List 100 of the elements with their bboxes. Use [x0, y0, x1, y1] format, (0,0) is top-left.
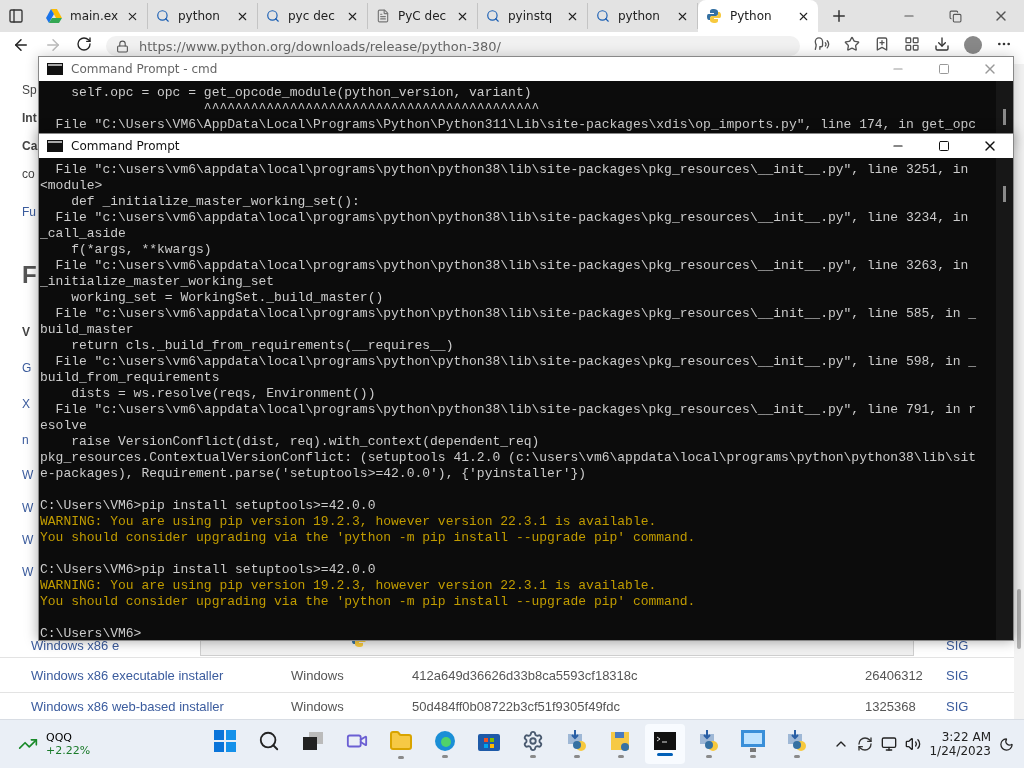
new-tab-icon[interactable] [830, 7, 848, 25]
python-logo-icon [706, 8, 722, 24]
browser-tab[interactable]: pyinstq [478, 3, 588, 29]
console-line: File "c:\users\vm6\appdata\local\programs\python\python38\lib\site-packages\pkg_resources\__init__.py", line 3263, in [54, 258, 970, 274]
running-indicator [617, 755, 624, 758]
browser-icon[interactable] [433, 730, 456, 752]
page-link[interactable]: G [22, 361, 32, 375]
signature-link[interactable]: SIG [946, 638, 969, 653]
page-text: Sp [22, 83, 37, 97]
console-line: File "c:\users\vm6\appdata\local\programs\python\python38\lib\site-packages\pkg_resources\__init__.py", line 791, in r [54, 402, 978, 418]
restore-icon[interactable] [948, 9, 962, 23]
console-line: C:\Users\VM6>pip install setuptools>=42.0.0 [40, 498, 377, 514]
maximize-icon[interactable] [938, 140, 950, 152]
console-line: self.opc = opc = get_opcode_module(python_version, variant) [70, 85, 533, 101]
drive-icon [46, 9, 62, 23]
page-link[interactable]: W [22, 533, 34, 547]
console-line: def _initialize_master_working_set(): [70, 194, 361, 210]
page-link[interactable]: W [22, 501, 34, 515]
address-bar[interactable]: https://www.python.org/downloads/release/python-380/ [106, 36, 800, 56]
console-line: f(*args, **kwargs) [70, 242, 213, 258]
document-icon [376, 9, 390, 23]
sync-icon[interactable] [857, 736, 874, 752]
tab-actions-icon[interactable] [8, 8, 24, 24]
running-indicator [397, 756, 404, 759]
console-line: working_set = WorkingSet._build_master() [70, 290, 385, 306]
installer-icon[interactable] [785, 730, 808, 752]
console-line: <module> [40, 178, 104, 194]
monitor-icon[interactable] [740, 730, 765, 752]
installer-icon[interactable] [697, 730, 720, 752]
windows-start-icon[interactable] [213, 730, 236, 752]
moon-icon[interactable] [999, 736, 1014, 752]
running-indicator [749, 755, 756, 758]
running-indicator [656, 753, 673, 756]
browser-tab[interactable]: Python [698, 0, 818, 32]
console-line: File "c:\users\vm6\appdata\local\programs\python\python38\lib\site-packages\pkg_resources\__init__.py", line 585, in _ [54, 306, 978, 322]
running-indicator [573, 755, 580, 758]
console-line: esolve [40, 418, 88, 434]
console-icon [47, 140, 63, 152]
console-line: raise VersionConflict(dist, req).with_context(dependent_req) [70, 434, 541, 450]
running-indicator [529, 755, 536, 758]
page-link[interactable]: n [22, 433, 29, 447]
volume-icon[interactable] [905, 736, 922, 752]
network-icon[interactable] [881, 736, 898, 752]
scrollbar-thumb[interactable] [1003, 186, 1006, 202]
browser-tab[interactable]: main.ex [38, 3, 148, 29]
console-icon [47, 63, 63, 75]
console-line: build_from_requirements [40, 370, 221, 386]
browser-tab[interactable]: python [148, 3, 258, 29]
scrollbar-thumb[interactable] [1017, 589, 1021, 649]
search-icon [596, 9, 610, 23]
signature-link[interactable]: SIG [946, 667, 969, 683]
browser-tab[interactable]: PyC dec [368, 3, 478, 29]
terminal-icon[interactable] [653, 732, 676, 750]
lock-icon [116, 39, 129, 53]
download-link[interactable]: Windows x86 e [31, 638, 120, 653]
console-line: pkg_resources.ContextualVersionConflict: (setuptools 41.2.0 (c:\users\vm6\appdata\local\programs\python\python38\lib\sit [40, 450, 978, 466]
settings-icon[interactable] [521, 730, 544, 752]
page-link[interactable]: W [22, 467, 34, 482]
download-link[interactable]: Windows x86 web-based installer [31, 698, 224, 714]
page-text: co [22, 167, 35, 181]
star-icon[interactable] [844, 36, 860, 52]
signature-link[interactable]: SIG [946, 698, 969, 714]
scrollbar-thumb[interactable] [1003, 109, 1006, 125]
md5-cell: 412a649d36626d33b8ca5593cf18318c [412, 667, 638, 683]
page-link[interactable]: Fu [22, 205, 36, 219]
download-icon[interactable] [934, 36, 950, 52]
page-heading: F [22, 261, 37, 289]
collections-icon[interactable] [904, 36, 920, 52]
md5-cell: 50d484ff0b08722b3cf51f9305f49fdc [412, 698, 620, 714]
stock-change: +2.22% [46, 744, 91, 757]
page-text: Ca [22, 139, 38, 153]
console-line: File "c:\users\vm6\appdata\local\programs\python\python38\lib\site-packages\pkg_resources\__init__.py", line 3251, in [54, 162, 970, 178]
search-icon [156, 9, 170, 23]
os-cell: Windows [291, 667, 344, 683]
stock-symbol: QQQ [46, 731, 73, 744]
running-indicator [441, 755, 448, 758]
favorites-icon[interactable] [874, 36, 890, 52]
page-link[interactable]: W [22, 565, 34, 579]
download-link[interactable]: Windows x86 executable installer [31, 667, 224, 683]
window-title: Command Prompt [71, 139, 180, 153]
search-icon[interactable] [257, 730, 280, 752]
console-line: C:\Users\VM6> [40, 626, 143, 640]
console-line: File "c:\users\vm6\appdata\local\programs\python\python38\lib\site-packages\pkg_resources\__init__.py", line 598, in _ [54, 354, 978, 370]
store-icon[interactable] [477, 731, 500, 751]
size-cell: 1325368 [865, 698, 916, 714]
task-view-icon[interactable] [302, 732, 323, 750]
back-icon[interactable] [12, 36, 30, 54]
console-line: return cls._build_from_requirements(__requires__) [70, 338, 455, 354]
running-indicator [705, 755, 712, 758]
installer-icon[interactable] [565, 730, 588, 752]
read-aloud-icon[interactable] [814, 36, 830, 52]
refresh-icon[interactable] [76, 36, 92, 52]
clock[interactable]: 3:22 AM 1/24/2023 [929, 730, 991, 758]
profile-icon[interactable] [964, 36, 982, 54]
console-line: _initialize_master_working_set [40, 274, 276, 290]
warning-line: You should consider upgrading via the 'python -m pip install --upgrade pip' command. [40, 594, 697, 610]
browser-tab[interactable]: pyc dec [258, 3, 368, 29]
console-line: _call_aside [40, 226, 127, 242]
page-link[interactable]: X [22, 397, 30, 411]
size-cell: 26406312 [865, 667, 923, 683]
